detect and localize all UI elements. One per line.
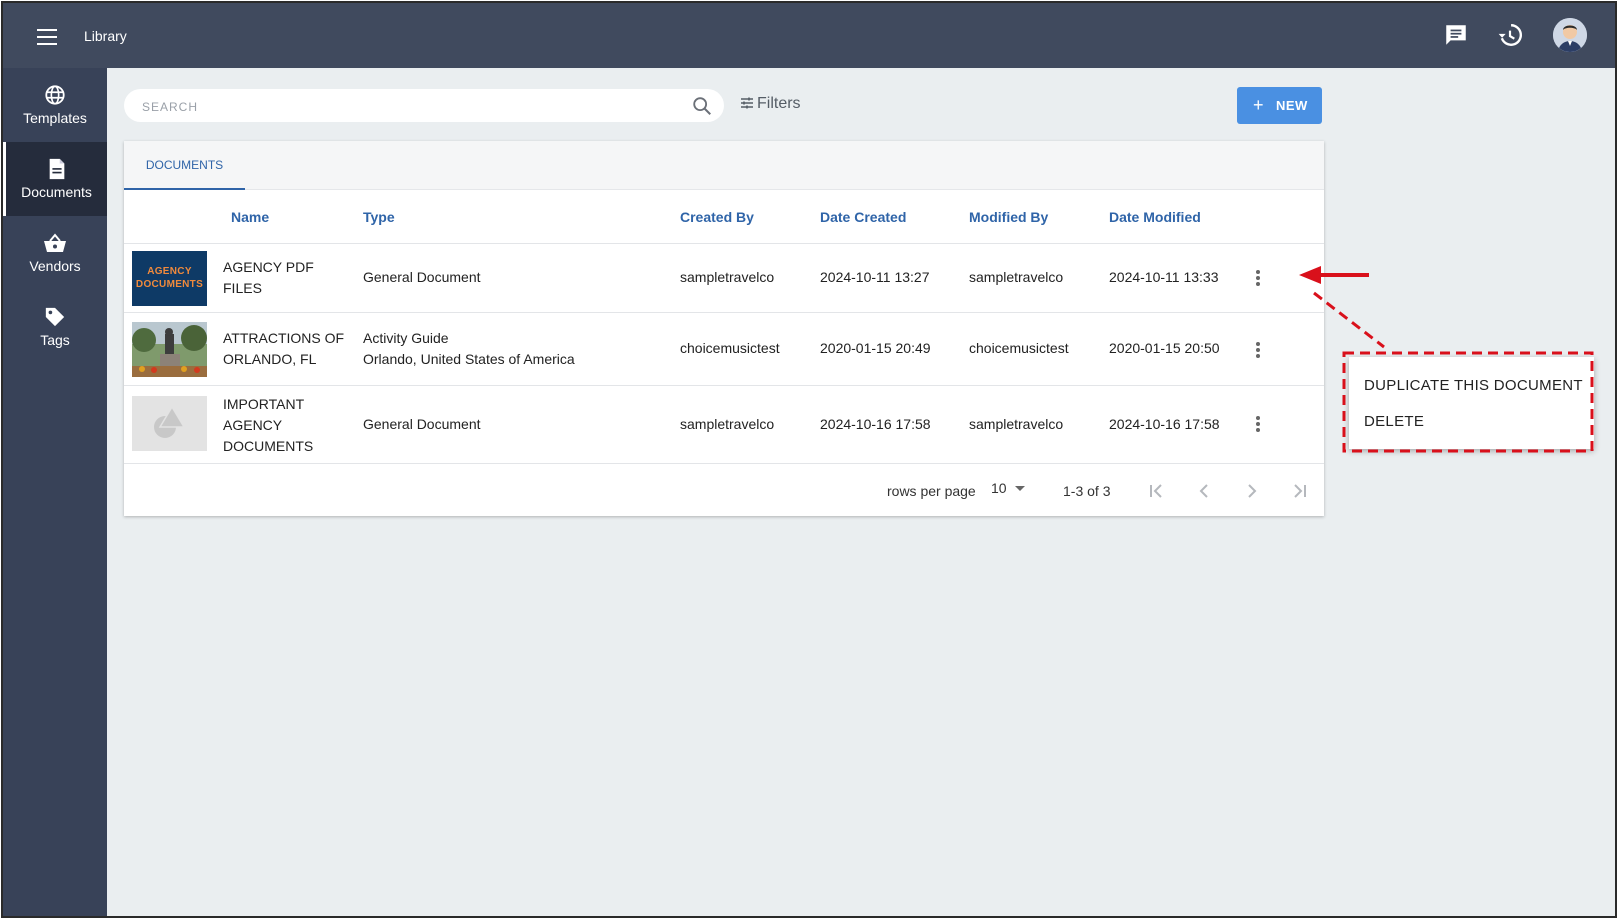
sidebar-item-label: Documents — [21, 184, 92, 200]
first-page-icon[interactable] — [1144, 479, 1168, 503]
sidebar-item-label: Templates — [23, 110, 87, 126]
search-icon[interactable] — [691, 95, 713, 117]
sidebar-item-vendors[interactable]: Vendors — [3, 216, 107, 290]
more-options-icon[interactable] — [1246, 266, 1270, 290]
next-page-icon[interactable] — [1240, 479, 1264, 503]
more-options-icon[interactable] — [1246, 338, 1270, 362]
created-by: sampletravelco — [680, 269, 775, 285]
search-box — [124, 89, 724, 122]
date-created: 2024-10-16 17:58 — [820, 416, 931, 432]
document-type: General Document — [363, 269, 481, 285]
date-modified: 2024-10-16 17:58 — [1109, 416, 1220, 432]
created-by: choicemusictest — [680, 340, 780, 356]
basket-icon — [44, 233, 66, 252]
delete-menu-item[interactable]: DELETE — [1364, 413, 1424, 430]
document-name: IMPORTANT AGENCY DOCUMENTS — [223, 396, 314, 454]
app-title: Library — [84, 28, 127, 44]
document-icon — [49, 158, 64, 180]
previous-page-icon[interactable] — [1192, 479, 1216, 503]
sidebar-item-documents[interactable]: Documents — [3, 142, 107, 216]
filters-button[interactable]: Filters — [740, 95, 801, 115]
statue-photo — [132, 322, 207, 377]
sidebar-item-tags[interactable]: Tags — [3, 290, 107, 364]
column-header-type[interactable]: Type — [363, 209, 395, 225]
app-window: Library Templates Documents Vendors Tags — [1, 1, 1617, 918]
sidebar: Templates Documents Vendors Tags — [3, 68, 107, 916]
created-by: sampletravelco — [680, 416, 775, 432]
column-header-date-created[interactable]: Date Created — [820, 209, 906, 225]
table-row[interactable]: ATTRACTIONS OF ORLANDO, FL Activity Guide… — [124, 312, 1324, 385]
page-range: 1-3 of 3 — [1063, 483, 1111, 499]
table-row[interactable]: AGENCY DOCUMENTS AGENCY PDF FILES General… — [124, 243, 1324, 312]
chat-icon[interactable] — [1443, 22, 1473, 50]
avatar[interactable] — [1553, 18, 1587, 52]
tab-documents[interactable]: DOCUMENTS — [124, 141, 245, 190]
column-header-date-modified[interactable]: Date Modified — [1109, 209, 1201, 225]
search-input[interactable] — [140, 97, 664, 117]
column-header-created-by[interactable]: Created By — [680, 209, 754, 225]
filters-label: Filters — [757, 95, 801, 112]
date-created: 2024-10-11 13:27 — [820, 269, 930, 285]
column-header-modified-by[interactable]: Modified By — [969, 209, 1048, 225]
filter-sliders-icon — [741, 97, 753, 109]
sidebar-item-templates[interactable]: Templates — [3, 68, 107, 142]
tab-bar: DOCUMENTS — [124, 141, 1324, 190]
top-bar: Library — [3, 3, 1615, 68]
context-menu: DUPLICATE THIS DOCUMENT DELETE — [1349, 357, 1594, 449]
plus-icon: + — [1253, 95, 1265, 115]
document-type: Activity Guide Orlando, United States of … — [363, 330, 575, 367]
column-header-name[interactable]: Name — [231, 209, 269, 225]
date-modified: 2024-10-11 13:33 — [1109, 269, 1219, 285]
document-name: AGENCY PDF FILES — [223, 259, 314, 296]
more-options-icon[interactable] — [1246, 412, 1270, 436]
menu-icon[interactable] — [32, 21, 62, 51]
pagination-bar: rows per page 10 1-3 of 3 — [124, 463, 1324, 517]
date-modified: 2020-01-15 20:50 — [1109, 340, 1220, 356]
thumbnail-text: AGENCY DOCUMENTS — [135, 266, 204, 290]
tag-icon — [45, 307, 65, 327]
table-row[interactable]: IMPORTANT AGENCY DOCUMENTS General Documen… — [124, 385, 1324, 463]
rows-per-page-value: 10 — [991, 480, 1007, 496]
last-page-icon[interactable] — [1288, 479, 1312, 503]
new-button-label: NEW — [1276, 98, 1308, 113]
modified-by: sampletravelco — [969, 269, 1064, 285]
document-name: ATTRACTIONS OF ORLANDO, FL — [223, 330, 345, 367]
documents-card: DOCUMENTS Name Type Created By Date Crea… — [124, 141, 1324, 516]
placeholder-image-icon — [132, 396, 207, 451]
new-button[interactable]: + NEW — [1237, 87, 1322, 124]
rows-per-page-select[interactable]: 10 — [991, 480, 1025, 496]
document-type: General Document — [363, 416, 481, 432]
document-thumbnail: AGENCY DOCUMENTS — [132, 251, 207, 306]
modified-by: sampletravelco — [969, 416, 1064, 432]
document-thumbnail — [132, 322, 207, 377]
date-created: 2020-01-15 20:49 — [820, 340, 931, 356]
duplicate-document-menu-item[interactable]: DUPLICATE THIS DOCUMENT — [1364, 377, 1583, 394]
rows-per-page-label: rows per page — [887, 483, 976, 499]
sidebar-item-label: Tags — [40, 332, 70, 348]
chevron-down-icon — [1014, 486, 1025, 491]
modified-by: choicemusictest — [969, 340, 1069, 356]
globe-icon — [45, 85, 65, 105]
history-icon[interactable] — [1497, 22, 1527, 50]
sidebar-item-label: Vendors — [29, 258, 81, 274]
